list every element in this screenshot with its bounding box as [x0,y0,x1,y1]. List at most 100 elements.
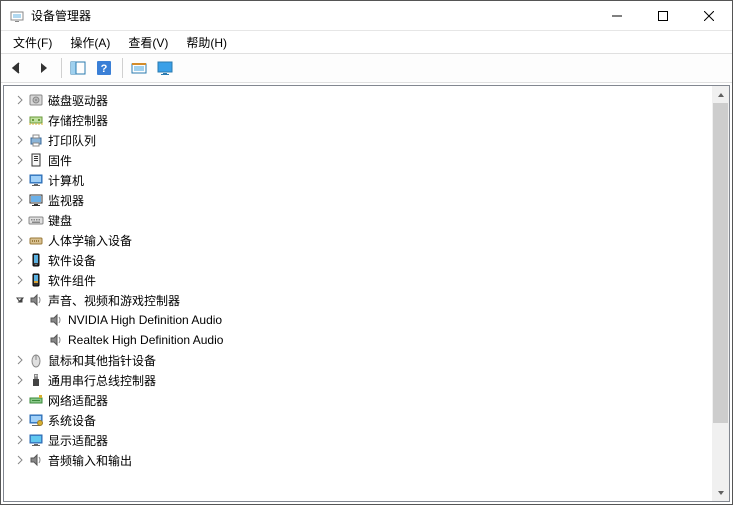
tree-item[interactable]: 固件 [4,150,729,170]
sound-icon [48,312,64,328]
toolbar-separator [122,58,123,78]
scan-hardware-button[interactable] [127,56,151,80]
usb-icon [28,372,44,388]
tree-item[interactable]: 显示适配器 [4,430,729,450]
audio-io-icon [28,452,44,468]
forward-button[interactable] [31,56,55,80]
menu-view[interactable]: 查看(V) [120,32,176,53]
tree-item[interactable]: 网络适配器 [4,390,729,410]
tree-item-label: Realtek High Definition Audio [68,333,223,347]
tree-spacer [32,312,48,328]
tree-item-label: 键盘 [48,212,72,229]
help-button[interactable]: ? [92,56,116,80]
expand-chevron-icon[interactable] [12,192,28,208]
storage-controller-icon [28,112,44,128]
expand-chevron-icon[interactable] [12,172,28,188]
svg-text:?: ? [101,63,108,75]
window-controls [594,1,732,30]
collapse-chevron-icon[interactable] [12,292,28,308]
tree-item-label: 固件 [48,152,72,169]
tree-item[interactable]: Realtek High Definition Audio [4,330,729,350]
tree-item[interactable]: 系统设备 [4,410,729,430]
content-area: 磁盘驱动器存储控制器打印队列固件计算机监视器键盘人体学输入设备软件设备软件组件声… [1,83,732,504]
tree-item[interactable]: 键盘 [4,210,729,230]
vertical-scrollbar[interactable] [712,86,729,501]
tree-item[interactable]: 声音、视频和游戏控制器 [4,290,729,310]
scrollbar-thumb[interactable] [713,103,728,423]
show-hide-console-tree-button[interactable] [66,56,90,80]
network-icon [28,392,44,408]
expand-chevron-icon[interactable] [12,232,28,248]
system-icon [28,412,44,428]
tree-item-label: 软件组件 [48,272,96,289]
back-button[interactable] [5,56,29,80]
tree-item[interactable]: NVIDIA High Definition Audio [4,310,729,330]
tree-item[interactable]: 音频输入和输出 [4,450,729,470]
maximize-button[interactable] [640,1,686,30]
tree-item[interactable]: 计算机 [4,170,729,190]
menu-help[interactable]: 帮助(H) [178,32,235,53]
tree-item-label: 显示适配器 [48,432,108,449]
expand-chevron-icon[interactable] [12,152,28,168]
tree-item[interactable]: 存储控制器 [4,110,729,130]
tree-item-label: 存储控制器 [48,112,108,129]
expand-chevron-icon[interactable] [12,372,28,388]
close-button[interactable] [686,1,732,30]
disk-drive-icon [28,92,44,108]
app-icon [9,8,25,24]
expand-chevron-icon[interactable] [12,352,28,368]
display-icon [28,432,44,448]
printer-icon [28,132,44,148]
device-tree[interactable]: 磁盘驱动器存储控制器打印队列固件计算机监视器键盘人体学输入设备软件设备软件组件声… [4,86,729,501]
menubar: 文件(F) 操作(A) 查看(V) 帮助(H) [1,31,732,53]
tree-pane: 磁盘驱动器存储控制器打印队列固件计算机监视器键盘人体学输入设备软件设备软件组件声… [3,85,730,502]
minimize-button[interactable] [594,1,640,30]
window-title: 设备管理器 [31,7,594,24]
tree-item-label: 打印队列 [48,132,96,149]
expand-chevron-icon[interactable] [12,252,28,268]
expand-chevron-icon[interactable] [12,392,28,408]
expand-chevron-icon[interactable] [12,432,28,448]
expand-chevron-icon[interactable] [12,132,28,148]
sound-icon [48,332,64,348]
tree-item-label: 计算机 [48,172,84,189]
expand-chevron-icon[interactable] [12,212,28,228]
software-device-icon [28,252,44,268]
hid-icon [28,232,44,248]
firmware-icon [28,152,44,168]
toolbar-separator [61,58,62,78]
tree-item[interactable]: 监视器 [4,190,729,210]
tree-spacer [32,332,48,348]
mouse-icon [28,352,44,368]
tree-item[interactable]: 通用串行总线控制器 [4,370,729,390]
expand-chevron-icon[interactable] [12,412,28,428]
keyboard-icon [28,212,44,228]
menu-file[interactable]: 文件(F) [5,32,60,53]
tree-item[interactable]: 人体学输入设备 [4,230,729,250]
tree-item[interactable]: 打印队列 [4,130,729,150]
monitor-icon-button[interactable] [153,56,177,80]
tree-item[interactable]: 软件组件 [4,270,729,290]
menu-action[interactable]: 操作(A) [62,32,118,53]
expand-chevron-icon[interactable] [12,452,28,468]
computer-icon [28,172,44,188]
expand-chevron-icon[interactable] [12,112,28,128]
scrollbar-down-button[interactable] [712,484,729,501]
scrollbar-up-button[interactable] [712,86,729,103]
tree-item[interactable]: 软件设备 [4,250,729,270]
device-manager-window: 设备管理器 文件(F) 操作(A) 查看(V) 帮助(H) [0,0,733,505]
software-component-icon [28,272,44,288]
tree-item-label: 监视器 [48,192,84,209]
tree-item-label: 磁盘驱动器 [48,92,108,109]
tree-item-label: NVIDIA High Definition Audio [68,313,222,327]
tree-item-label: 声音、视频和游戏控制器 [48,292,180,309]
titlebar: 设备管理器 [1,1,732,31]
expand-chevron-icon[interactable] [12,92,28,108]
tree-item-label: 音频输入和输出 [48,452,132,469]
sound-icon [28,292,44,308]
tree-item-label: 鼠标和其他指针设备 [48,352,156,369]
expand-chevron-icon[interactable] [12,272,28,288]
tree-item-label: 软件设备 [48,252,96,269]
tree-item[interactable]: 磁盘驱动器 [4,90,729,110]
tree-item[interactable]: 鼠标和其他指针设备 [4,350,729,370]
